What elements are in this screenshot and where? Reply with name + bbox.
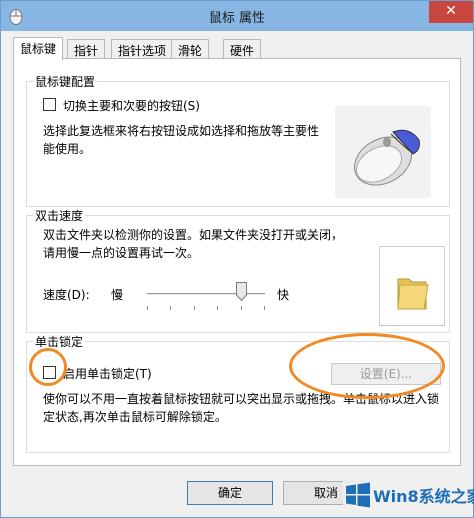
fast-label: 快 bbox=[277, 288, 290, 302]
ok-button[interactable]: 确定 bbox=[187, 481, 273, 505]
speed-slider-track[interactable] bbox=[147, 293, 265, 296]
slider-tick bbox=[170, 306, 171, 310]
click-lock-label[interactable]: 启用单击锁定(T) bbox=[63, 365, 152, 382]
mouse-illustration bbox=[335, 106, 431, 198]
tab-pointer-options[interactable]: 指针选项 bbox=[111, 39, 174, 59]
slider-tick bbox=[147, 306, 148, 310]
windows-logo-icon bbox=[346, 482, 370, 508]
checkbox-highlight-circle bbox=[29, 348, 67, 386]
speed-slider-thumb[interactable] bbox=[235, 282, 247, 301]
tab-hardware[interactable]: 硬件 bbox=[223, 39, 262, 59]
slider-tick bbox=[217, 306, 218, 310]
close-icon: ✕ bbox=[445, 3, 457, 19]
double-click-description: 双击文件夹以检测你的设置。如果文件夹没打开或关闭，请用慢一点的设置再试一次。 bbox=[43, 228, 344, 260]
button-config-title: 鼠标键配置 bbox=[33, 73, 98, 90]
close-button[interactable]: ✕ bbox=[429, 1, 473, 23]
double-click-title: 双击速度 bbox=[33, 207, 86, 224]
double-click-group: 双击速度 双击文件夹以检测你的设置。如果文件夹没打开或关闭，请用慢一点的设置再试… bbox=[26, 207, 450, 333]
watermark: Win8系统之家 bbox=[343, 477, 474, 513]
mouse-properties-dialog: 鼠标 属性 ✕ 鼠标键 指针 指针选项 滑轮 硬件 鼠标键配置 切换主要和次要的… bbox=[0, 0, 474, 518]
button-config-group: 鼠标键配置 切换主要和次要的按钮(S) 选择此复选框来将右按钮设成如选择和拖放等… bbox=[26, 73, 450, 207]
switch-buttons-checkbox[interactable] bbox=[43, 98, 56, 111]
watermark-text: Win8系统之家 bbox=[373, 487, 474, 506]
switch-buttons-description: 选择此复选框来将右按钮设成如选择和拖放等主要性能使用。 bbox=[43, 124, 320, 156]
slider-tick bbox=[194, 306, 195, 310]
switch-buttons-label[interactable]: 切换主要和次要的按钮(S) bbox=[63, 97, 200, 114]
buttons-tab-panel: 鼠标键配置 切换主要和次要的按钮(S) 选择此复选框来将右按钮设成如选择和拖放等… bbox=[13, 58, 461, 466]
slow-label: 慢 bbox=[111, 288, 124, 302]
slider-tick bbox=[241, 306, 242, 310]
tab-pointers[interactable]: 指针 bbox=[67, 39, 106, 59]
tab-wheel[interactable]: 滑轮 bbox=[171, 39, 210, 59]
tab-buttons[interactable]: 鼠标键 bbox=[13, 37, 64, 60]
slider-tick bbox=[264, 306, 265, 310]
test-folder-area[interactable] bbox=[379, 246, 445, 326]
folder-icon[interactable] bbox=[380, 247, 446, 327]
settings-highlight-circle bbox=[289, 333, 445, 399]
mouse-icon bbox=[354, 129, 420, 186]
window-title: 鼠标 属性 bbox=[208, 11, 266, 26]
speed-label: 速度(D): bbox=[43, 288, 90, 302]
click-lock-title: 单击锁定 bbox=[33, 333, 86, 350]
title-bar[interactable]: 鼠标 属性 ✕ bbox=[1, 1, 473, 31]
